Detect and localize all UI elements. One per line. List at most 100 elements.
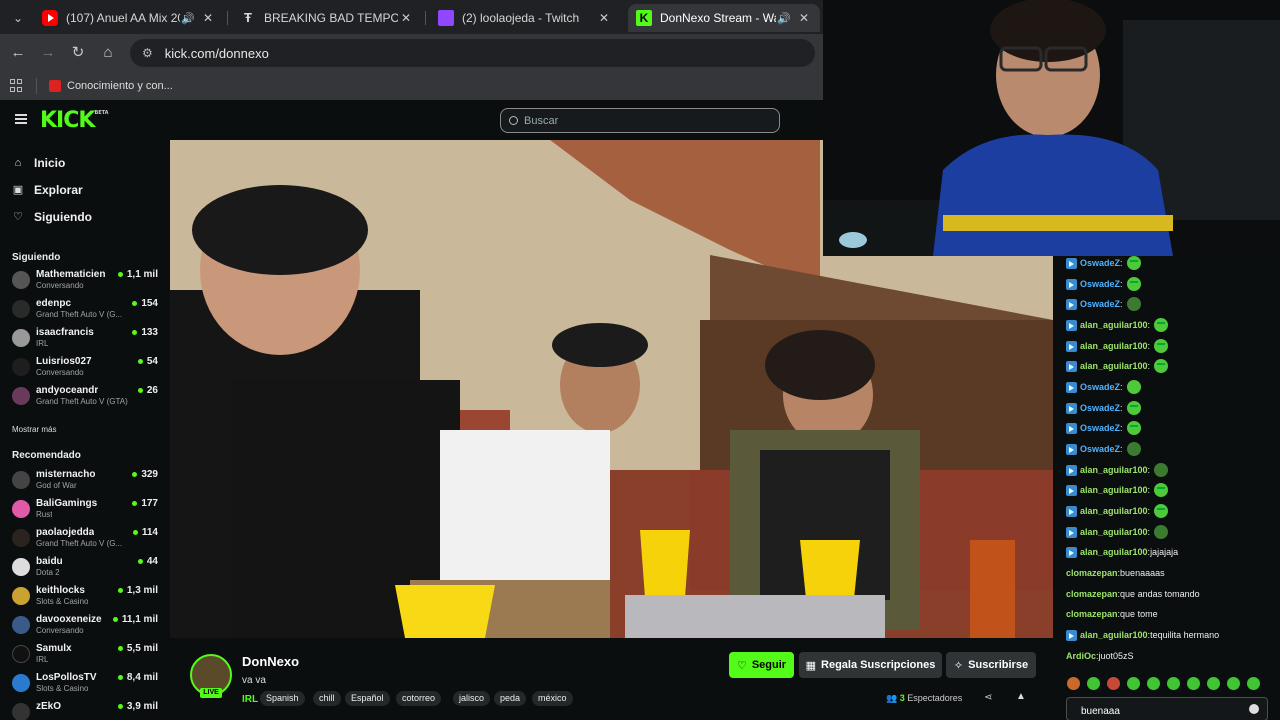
emote-icon[interactable] xyxy=(1087,676,1100,690)
kick-logo[interactable]: KICKBETA xyxy=(40,108,109,133)
channel-category: Conversando xyxy=(36,626,84,635)
emote-icon xyxy=(1154,504,1169,518)
tab-search-icon[interactable]: ⌄ xyxy=(8,8,28,28)
sidebar: ⌂ Inicio ▣ Explorar ♡ Siguiendo Siguiend… xyxy=(0,140,170,720)
chat-message: alan_aguilar100: xyxy=(1066,481,1169,499)
nav-inicio[interactable]: ⌂ Inicio xyxy=(12,154,66,172)
sidebar-channel[interactable]: isaacfrancis IRL 133 xyxy=(12,326,162,352)
emote-icon[interactable] xyxy=(1067,676,1080,690)
show-more-link[interactable]: Mostrar más xyxy=(12,425,56,434)
follow-button[interactable]: ♡ Seguir xyxy=(729,652,794,678)
close-icon[interactable]: ✕ xyxy=(796,11,812,25)
viewer-count: 54 xyxy=(137,356,158,367)
viewer-count: 1,3 mil xyxy=(117,585,158,596)
sub-badge-icon xyxy=(1066,422,1077,434)
emote-icon[interactable] xyxy=(1127,676,1140,690)
chat-panel: OswadeZ: OswadeZ: OswadeZ: alan_aguilar1… xyxy=(1053,256,1280,720)
avatar xyxy=(12,645,30,663)
emote-icon[interactable] xyxy=(1167,676,1180,690)
apps-grid-icon[interactable] xyxy=(10,79,24,93)
address-bar[interactable]: ⚙ kick.com/donnexo xyxy=(130,39,815,67)
tab-twitch[interactable]: (2) loolaojeda - Twitch ✕ xyxy=(430,4,620,32)
chat-message: OswadeZ: xyxy=(1066,399,1141,417)
emoji-icon[interactable] xyxy=(1249,704,1259,714)
chat-message: OswadeZ: xyxy=(1066,378,1141,396)
sidebar-channel[interactable]: andyoceandr Grand Theft Auto V (GTA) 26 xyxy=(12,384,162,410)
sidebar-channel[interactable]: davooxeneize Conversando 11,1 mil xyxy=(12,613,162,639)
following-title: Siguiendo xyxy=(12,252,61,263)
channel-category: Slots & Casino xyxy=(36,684,89,693)
close-icon[interactable]: ✕ xyxy=(596,11,612,25)
tag[interactable]: Spanish xyxy=(260,691,305,706)
forward-arrow-icon[interactable]: → xyxy=(38,43,58,63)
tab-youtube[interactable]: (107) Anuel AA Mix 2024 (L 🔊 ✕ xyxy=(34,4,224,32)
emote-icon[interactable] xyxy=(1107,676,1120,690)
sidebar-channel[interactable]: Luisrios027 Conversando 54 xyxy=(12,355,162,381)
menu-icon[interactable] xyxy=(15,114,27,124)
viewer-count: 11,1 mil xyxy=(112,614,158,625)
bookmark-favicon-icon xyxy=(49,80,61,92)
emote-icon[interactable] xyxy=(1147,676,1160,690)
subscribe-button[interactable]: ✧ Suscribirse xyxy=(946,652,1036,678)
close-icon[interactable]: ✕ xyxy=(398,11,414,25)
emote-icon[interactable] xyxy=(1187,676,1200,690)
avatar xyxy=(12,616,30,634)
tab-kick[interactable]: K DonNexo Stream - Watch L 🔊 ✕ xyxy=(628,4,820,32)
sub-badge-icon xyxy=(1066,484,1077,496)
streamer-name[interactable]: DonNexo xyxy=(242,654,299,669)
sidebar-channel[interactable]: LosPollosTV Slots & Casino 8,4 mil xyxy=(12,671,162,697)
channel-name: LosPollosTV xyxy=(36,672,97,683)
stream-category[interactable]: IRL xyxy=(242,694,258,705)
tag[interactable]: jalisco xyxy=(453,691,491,706)
speaker-icon[interactable]: 🔊 xyxy=(180,12,196,25)
channel-name: Samulx xyxy=(36,643,72,654)
sidebar-channel[interactable]: Mathematicien Conversando 1,1 mil xyxy=(12,268,162,294)
sub-badge-icon xyxy=(1066,526,1077,538)
sidebar-channel[interactable]: paolaojedda Grand Theft Auto V (G... 114 xyxy=(12,526,162,552)
nav-label: Explorar xyxy=(34,183,83,197)
avatar xyxy=(12,587,30,605)
nav-siguiendo[interactable]: ♡ Siguiendo xyxy=(12,208,92,226)
speaker-icon[interactable]: 🔊 xyxy=(776,12,792,25)
sub-badge-icon xyxy=(1066,402,1077,414)
gift-subs-button[interactable]: ▦ Regala Suscripciones xyxy=(799,652,942,678)
sidebar-channel[interactable]: keithlocks Slots & Casino 1,3 mil xyxy=(12,584,162,610)
tab-breaking-bad[interactable]: Ŧ BREAKING BAD TEMPORADA 4 ✕ xyxy=(232,4,422,32)
bookmark-item[interactable]: Conocimiento y con... xyxy=(67,80,173,92)
back-arrow-icon[interactable]: ← xyxy=(8,43,28,63)
close-icon[interactable]: ✕ xyxy=(200,11,216,25)
emote-icon xyxy=(1126,421,1141,435)
sub-badge-icon xyxy=(1066,443,1077,455)
sidebar-channel[interactable]: BaliGamings Rust 177 xyxy=(12,497,162,523)
chat-message: alan_aguilar100: xyxy=(1066,461,1169,479)
avatar xyxy=(12,329,30,347)
chat-input[interactable]: buenaaa xyxy=(1066,697,1268,720)
tag[interactable]: peda xyxy=(494,691,527,706)
site-info-icon[interactable]: ⚙ xyxy=(142,46,153,60)
sidebar-channel[interactable]: zEkO 3,9 mil xyxy=(12,700,162,720)
search-input[interactable]: Buscar xyxy=(500,108,780,133)
avatar xyxy=(12,387,30,405)
home-icon[interactable]: ⌂ xyxy=(98,43,118,63)
tag[interactable]: chill xyxy=(313,691,341,706)
tag[interactable]: cotorreo xyxy=(396,691,442,706)
channel-category: IRL xyxy=(36,339,49,348)
emote-icon xyxy=(1154,339,1169,353)
share-icon[interactable]: ⋖ xyxy=(984,692,992,703)
warning-icon[interactable]: ▲ xyxy=(1016,691,1026,702)
sidebar-channel[interactable]: misternacho God of War 329 xyxy=(12,468,162,494)
nav-explorar[interactable]: ▣ Explorar xyxy=(12,181,83,199)
emote-icon[interactable] xyxy=(1247,676,1260,690)
search-placeholder: Buscar xyxy=(524,114,559,127)
sidebar-channel[interactable]: edenpc Grand Theft Auto V (G... 154 xyxy=(12,297,162,323)
emote-icon[interactable] xyxy=(1207,676,1220,690)
tag[interactable]: Español xyxy=(345,691,390,706)
viewer-count: 154 xyxy=(132,298,158,309)
reload-icon[interactable]: ↻ xyxy=(68,43,88,63)
emote-icon[interactable] xyxy=(1227,676,1240,690)
viewer-count: 133 xyxy=(132,327,158,338)
kick-header: KICKBETA Buscar xyxy=(0,100,823,140)
tag[interactable]: méxico xyxy=(532,691,573,706)
sidebar-channel[interactable]: Samulx IRL 5,5 mil xyxy=(12,642,162,668)
sidebar-channel[interactable]: baidu Dota 2 44 xyxy=(12,555,162,581)
